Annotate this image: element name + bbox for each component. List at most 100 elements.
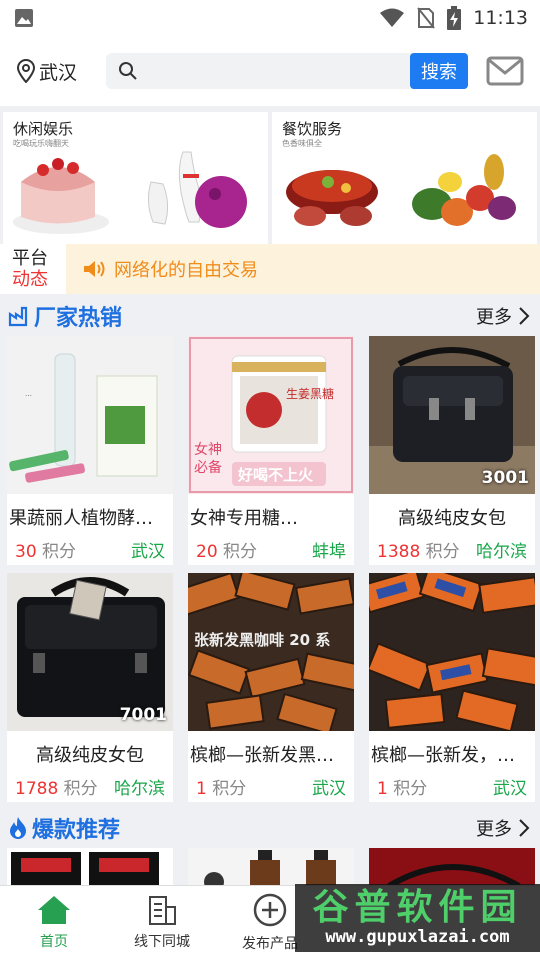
coffee-overlay-text: 张新发黑咖啡 20 系	[194, 631, 330, 649]
tab-label: 线下同城	[134, 934, 190, 950]
status-time: 11:13	[473, 7, 528, 29]
home-icon	[38, 896, 70, 924]
banner-dining[interactable]: 餐饮服务 色香味俱全	[272, 112, 537, 244]
product-image-number: 3001	[481, 468, 529, 488]
more-label: 更多	[476, 819, 512, 840]
notice-label-line1: 平台	[12, 248, 48, 269]
status-bar: 11:13	[0, 0, 540, 36]
add-circle-icon	[253, 893, 287, 927]
hot-section-title: 爆款推荐	[8, 812, 476, 844]
chevron-right-icon	[519, 307, 530, 325]
product-card[interactable]: 张新发黑咖啡 20 系 槟榔—张新发黑… 1 积分 武汉	[188, 573, 354, 802]
product-image: 张新发黑咖啡 20 系	[188, 573, 354, 731]
watermark-url: www.gupuxlazai.com	[325, 927, 510, 947]
hot-product-thumb[interactable]	[188, 848, 354, 886]
product-name: 女神专用糖…	[190, 508, 298, 529]
notice-label-line2: 动态	[12, 269, 48, 290]
wifi-icon	[380, 8, 405, 27]
product-name: 槟榔—张新发黑…	[190, 745, 334, 766]
product-image-number: 7001	[119, 705, 167, 725]
no-sim-icon	[417, 7, 436, 29]
hot-more-link[interactable]: 更多	[476, 815, 530, 841]
factory-section-header: 厂家热销 更多	[0, 296, 540, 336]
product-name: 槟榔—张新发，…	[371, 745, 515, 766]
search-box: 搜索	[106, 53, 468, 89]
product-image	[369, 573, 535, 731]
product-meta: 1 积分 武汉	[188, 771, 354, 802]
product-name: 高级纯皮女包	[36, 745, 144, 766]
platform-notice[interactable]: 平台 动态 网络化的自由交易	[0, 244, 540, 294]
image-notification-icon	[15, 9, 33, 27]
search-icon	[119, 62, 137, 80]
goddess-slogan-text: 好喝不上火	[237, 466, 314, 484]
points-unit: 积分	[212, 779, 247, 799]
product-points: 30 积分	[15, 537, 131, 562]
product-city: 哈尔滨	[114, 779, 165, 799]
points-unit: 积分	[425, 542, 460, 562]
factory-section-title: 厂家热销	[8, 300, 476, 332]
location-label: 武汉	[39, 61, 78, 84]
product-card[interactable]: … 果蔬丽人植物酵… 30 积分 武汉	[7, 336, 173, 565]
product-city: 武汉	[131, 542, 165, 562]
mail-icon[interactable]	[486, 56, 524, 86]
points-unit: 积分	[63, 779, 98, 799]
product-card[interactable]: 3001 高级纯皮女包 1388 积分 哈尔滨	[369, 336, 535, 565]
product-city: 武汉	[312, 779, 346, 799]
product-grid: … 果蔬丽人植物酵… 30 积分 武汉 生姜黑糖 女神 必备 好喝不上火 女神专…	[0, 336, 540, 802]
product-card[interactable]: 7001 高级纯皮女包 1788 积分 哈尔滨	[7, 573, 173, 802]
points-value: 20	[196, 542, 218, 562]
hot-product-thumb[interactable]	[7, 848, 173, 886]
points-value: 1388	[377, 542, 421, 562]
factory-section-title-text: 厂家热销	[34, 306, 123, 331]
notice-message-bar[interactable]: 网络化的自由交易	[66, 244, 540, 294]
hotpot-fruit-illustration	[286, 154, 516, 226]
factory-more-link[interactable]: 更多	[476, 303, 530, 329]
product-city: 蚌埠	[312, 542, 346, 562]
product-card[interactable]: 生姜黑糖 女神 必备 好喝不上火 女神专用糖… 20 积分 蚌埠	[188, 336, 354, 565]
location-pin-icon	[16, 59, 36, 83]
cake-bowling-illustration	[13, 151, 247, 234]
chevron-right-icon	[519, 819, 530, 837]
goddess-mid-text: 必备	[194, 459, 222, 476]
product-meta: 1788 积分 哈尔滨	[7, 771, 173, 802]
product-points: 20 积分	[196, 537, 312, 562]
flame-icon	[10, 817, 26, 839]
hot-product-thumb[interactable]	[369, 848, 535, 886]
more-label: 更多	[476, 307, 512, 328]
product-points: 1788 积分	[15, 774, 114, 799]
product-meta: 30 积分 武汉	[7, 534, 173, 565]
product-points: 1388 积分	[377, 537, 476, 562]
search-input[interactable]	[138, 53, 410, 89]
hot-section-title-text: 爆款推荐	[32, 818, 121, 843]
location-selector[interactable]: 武汉	[16, 58, 104, 85]
category-banners: 休闲娱乐 吃喝玩乐嗨翻天 餐饮服务 色香味俱全	[0, 106, 540, 244]
product-name: 果蔬丽人植物酵…	[9, 508, 153, 529]
points-value: 1	[196, 779, 207, 799]
jar-label-text: 生姜黑糖	[286, 386, 334, 401]
product-meta: 1388 积分 哈尔滨	[369, 534, 535, 565]
speaker-icon	[84, 261, 105, 277]
tab-local-city[interactable]: 线下同城	[108, 886, 216, 960]
points-value: 1788	[15, 779, 59, 799]
site-watermark: 谷普软件园 www.gupuxlazai.com	[295, 884, 540, 952]
watermark-title: 谷普软件园	[312, 887, 523, 928]
product-meta: 1 积分 武汉	[369, 771, 535, 802]
product-meta: 20 积分 蚌埠	[188, 534, 354, 565]
tab-label: 发布产品	[242, 936, 298, 952]
top-bar: 武汉 搜索	[0, 36, 540, 106]
factory-icon	[8, 306, 28, 327]
product-city: 哈尔滨	[476, 542, 527, 562]
search-button[interactable]: 搜索	[410, 53, 468, 89]
notice-label: 平台 动态	[0, 244, 66, 294]
notice-message: 网络化的自由交易	[114, 260, 258, 281]
svg-text:…: …	[25, 390, 32, 398]
points-unit: 积分	[393, 779, 428, 799]
tab-label: 首页	[40, 934, 68, 950]
product-points: 1 积分	[196, 774, 312, 799]
tab-home[interactable]: 首页	[0, 886, 108, 960]
points-value: 1	[377, 779, 388, 799]
hot-product-strip	[0, 848, 540, 886]
product-card[interactable]: 槟榔—张新发，… 1 积分 武汉	[369, 573, 535, 802]
banner-leisure[interactable]: 休闲娱乐 吃喝玩乐嗨翻天	[3, 112, 268, 244]
battery-charging-icon	[447, 6, 462, 30]
